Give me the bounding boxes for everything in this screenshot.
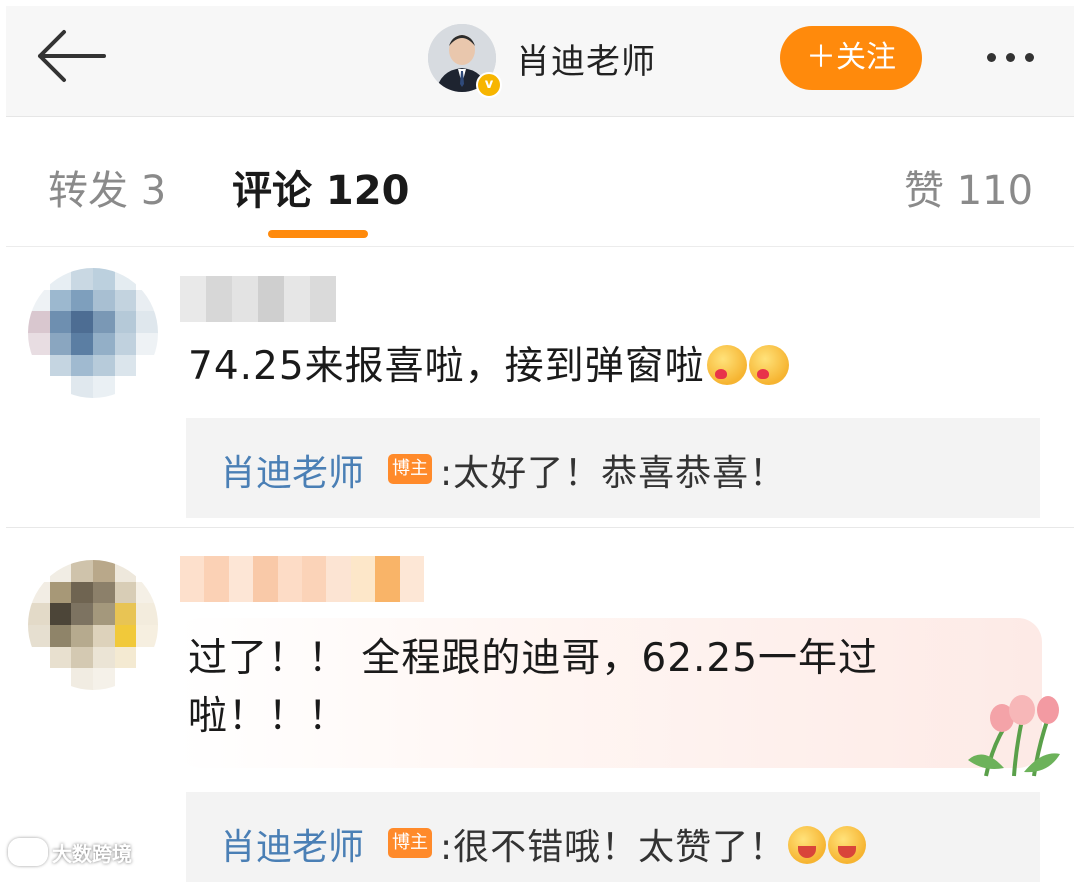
tabs-divider: [6, 246, 1074, 247]
commenter-avatar-pixelated[interactable]: [28, 268, 158, 398]
comment-text: 过了！！ 全程跟的迪哥，62.25一年过: [188, 636, 879, 681]
reply-author-name[interactable]: 肖迪老师: [220, 444, 364, 496]
follow-button[interactable]: ＋关注: [780, 26, 922, 90]
comment-divider: [6, 527, 1074, 528]
tab-reposts[interactable]: 转发 3: [48, 158, 166, 216]
top-nav-bar: v 肖迪老师 ＋关注: [6, 6, 1074, 117]
commenter-name-blurred[interactable]: [180, 276, 336, 322]
author-reply-box[interactable]: 肖迪老师 博主 :太好了！恭喜恭喜！: [186, 418, 1040, 518]
flower-joy-emoji-icon: [828, 826, 867, 864]
more-options-icon[interactable]: [982, 38, 1052, 78]
back-arrow-icon[interactable]: [34, 26, 106, 86]
commenter-avatar-pixelated[interactable]: [28, 560, 158, 690]
reply-author-name[interactable]: 肖迪老师: [220, 818, 364, 870]
reply-text: :太好了！恭喜恭喜！: [440, 453, 787, 494]
reply-text: :很不错哦！太赞了！: [440, 818, 867, 870]
commenter-name-blurred[interactable]: [180, 556, 425, 602]
love-kiss-emoji-icon: [706, 345, 747, 385]
tab-bar: 转发 3 评论 120 赞 110: [0, 118, 1080, 246]
flower-joy-emoji-icon: [788, 826, 827, 864]
tulip-decoration-icon: [968, 695, 1060, 777]
blogger-badge: 博主: [388, 454, 432, 484]
author-reply-box[interactable]: 肖迪老师 博主 :很不错哦！太赞了！: [186, 792, 1040, 882]
author-name[interactable]: 肖迪老师: [516, 34, 656, 83]
tab-likes[interactable]: 赞 110: [904, 158, 1033, 216]
tab-comments[interactable]: 评论 120: [232, 158, 409, 216]
comment-text-continued: 啦！！！: [188, 694, 349, 739]
verified-badge-icon: v: [476, 72, 502, 98]
blogger-badge: 博主: [388, 828, 432, 858]
watermark-logo-icon: [8, 838, 48, 866]
comment-text: 74.25来报喜啦，接到弹窗啦: [188, 338, 789, 396]
active-tab-indicator: [268, 230, 368, 238]
watermark: 大数跨境: [8, 838, 132, 868]
love-kiss-emoji-icon: [748, 345, 789, 385]
